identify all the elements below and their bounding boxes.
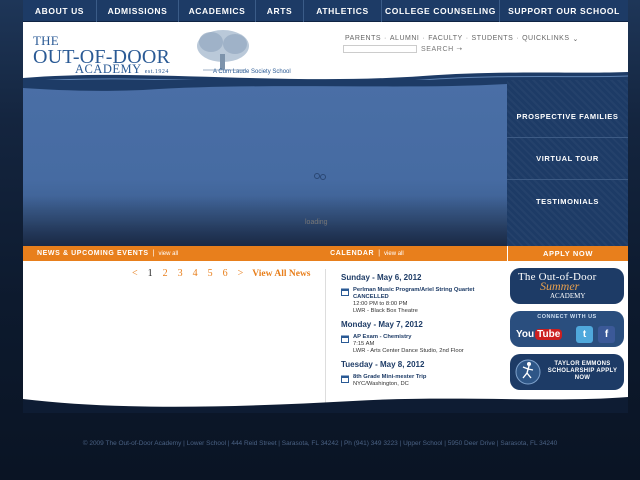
pager-page-6[interactable]: 6 — [218, 268, 233, 279]
hero-shadow — [23, 196, 507, 246]
event-title[interactable]: AP Exam - Chemistry — [353, 334, 464, 341]
footer-address: © 2009 The Out-of-Door Academy | Lower S… — [82, 440, 558, 447]
apply-now-button[interactable]: APPLY NOW — [507, 246, 628, 261]
event-time: 7:15 AM — [353, 341, 375, 347]
event-time: 12:00 PM to 8:00 PM — [353, 301, 408, 307]
util-link-faculty[interactable]: FACULTY — [428, 35, 463, 43]
event-location: LWR - Arts Center Dance Studio, 2nd Floo… — [353, 348, 464, 354]
event-location: LWR - Black Box Theatre — [353, 308, 418, 314]
pager-page-1[interactable]: 1 — [143, 268, 158, 279]
social-widget: CONNECT WITH US You Tube t f — [510, 311, 624, 347]
calendar-icon — [341, 335, 349, 343]
util-link-alumni[interactable]: ALUMNI — [390, 35, 419, 43]
util-link-parents[interactable]: PARENTS — [345, 35, 381, 43]
summer-academy-widget[interactable]: The Out-of-Door Summer ACADEMY — [510, 268, 624, 304]
top-nav: ABOUT US ADMISSIONS ACADEMICS ARTS ATHLE… — [23, 0, 628, 22]
pager-page-5[interactable]: 5 — [203, 268, 218, 279]
loading-text: loading — [305, 219, 328, 226]
hero-slideshow[interactable]: loading — [23, 80, 507, 246]
side-item-prospective-families[interactable]: PROSPECTIVE FAMILIES — [507, 96, 628, 138]
pager-page-3[interactable]: 3 — [173, 268, 188, 279]
pager-page-2[interactable]: 2 — [158, 268, 173, 279]
calendar-event[interactable]: AP Exam - Chemistry 7:15 AM LWR - Arts C… — [341, 334, 511, 355]
calendar-view-all-link[interactable]: view all — [384, 251, 404, 257]
youtube-tube: Tube — [535, 328, 563, 340]
nav-item-college-counseling[interactable]: COLLEGE COUNSELING — [382, 0, 500, 22]
separator: | — [152, 250, 155, 257]
event-title[interactable]: 8th Grade Mini-mester Trip — [353, 374, 426, 381]
view-all-news-link[interactable]: View All News — [252, 269, 310, 279]
calendar-event-text: 8th Grade Mini-mester Trip NYC/Washingto… — [353, 374, 426, 388]
side-item-testimonials[interactable]: TESTIMONIALS — [507, 180, 628, 222]
search-button[interactable]: SEARCH ➝ — [421, 45, 463, 53]
nav-item-arts[interactable]: ARTS — [256, 0, 304, 22]
youtube-icon[interactable]: You Tube — [516, 325, 566, 343]
calendar-day-heading: Monday - May 7, 2012 — [341, 320, 423, 329]
utility-links: PARENTS · ALUMNI · FACULTY · STUDENTS · … — [345, 35, 579, 43]
separator: | — [378, 250, 381, 257]
twitter-icon[interactable]: t — [576, 326, 593, 343]
chevron-down-icon[interactable]: ⌄ — [573, 35, 579, 43]
search-label: SEARCH — [421, 46, 454, 53]
separator: · — [422, 35, 426, 42]
nav-item-support-our-school[interactable]: SUPPORT OUR SCHOOL — [500, 0, 628, 22]
pager-page-4[interactable]: 4 — [188, 268, 203, 279]
tree-icon — [197, 30, 249, 71]
youtube-you: You — [516, 328, 535, 340]
runner-icon — [515, 359, 541, 385]
search-input[interactable] — [343, 45, 417, 53]
nav-item-academics[interactable]: ACADEMICS — [179, 0, 256, 22]
news-view-all-link[interactable]: view all — [158, 251, 178, 257]
hero-top-wave — [23, 80, 507, 91]
separator: · — [384, 35, 387, 42]
column-divider — [325, 269, 326, 411]
logo[interactable]: THE OUT-OF-DOOR — [33, 32, 170, 67]
promo-widgets: The Out-of-Door Summer ACADEMY CONNECT W… — [510, 268, 625, 397]
pager-prev[interactable]: < — [127, 268, 143, 279]
util-link-quicklinks[interactable]: QUICKLINKS — [522, 35, 569, 43]
connect-title: CONNECT WITH US — [537, 314, 597, 320]
side-item-virtual-tour[interactable]: VIRTUAL TOUR — [507, 138, 628, 180]
calendar-day-heading: Tuesday - May 8, 2012 — [341, 360, 425, 369]
calendar-icon — [341, 375, 349, 383]
search-row: SEARCH ➝ — [343, 45, 463, 53]
side-menu: PROSPECTIVE FAMILIES VIRTUAL TOUR TESTIM… — [507, 80, 628, 246]
calendar-list: Sunday - May 6, 2012 Perlman Music Progr… — [341, 273, 511, 393]
facebook-icon[interactable]: f — [598, 326, 615, 343]
util-link-students[interactable]: STUDENTS — [472, 35, 514, 43]
news-pager: < 1 2 3 4 5 6 > View All News — [127, 268, 311, 279]
calendar-event[interactable]: Perlman Music Program/Ariel String Quart… — [341, 287, 511, 315]
scholarship-widget[interactable]: TAYLOR EMMONS SCHOLARSHIP APPLY NOW — [510, 354, 624, 390]
calendar-event-text: Perlman Music Program/Ariel String Quart… — [353, 287, 511, 315]
event-title[interactable]: Perlman Music Program/Ariel String Quart… — [353, 287, 511, 301]
calendar-section-title: CALENDAR — [330, 250, 375, 257]
summer-widget-academy: ACADEMY — [550, 292, 586, 300]
nav-item-admissions[interactable]: ADMISSIONS — [97, 0, 179, 22]
calendar-event-text: AP Exam - Chemistry 7:15 AM LWR - Arts C… — [353, 334, 464, 355]
pager-next[interactable]: > — [233, 268, 249, 279]
nav-item-athletics[interactable]: ATHLETICS — [304, 0, 382, 22]
nav-item-about-us[interactable]: ABOUT US — [23, 0, 97, 22]
site-header: THE OUT-OF-DOOR ACADEMY est.1924 A Cum La… — [23, 22, 628, 88]
separator: · — [465, 35, 469, 42]
calendar-day-heading: Sunday - May 6, 2012 — [341, 273, 422, 282]
scholarship-text: TAYLOR EMMONS SCHOLARSHIP APPLY NOW — [547, 361, 618, 381]
separator: · — [516, 35, 520, 42]
event-location: NYC/Washington, DC — [353, 381, 409, 387]
calendar-icon — [341, 288, 349, 296]
arrow-right-icon: ➝ — [456, 46, 463, 53]
section-bar: NEWS & UPCOMING EVENTS | view all CALEND… — [23, 246, 628, 261]
news-section-title: NEWS & UPCOMING EVENTS — [37, 250, 149, 257]
loading-spinner-icon — [314, 173, 326, 180]
calendar-event[interactable]: 8th Grade Mini-mester Trip NYC/Washingto… — [341, 374, 511, 388]
